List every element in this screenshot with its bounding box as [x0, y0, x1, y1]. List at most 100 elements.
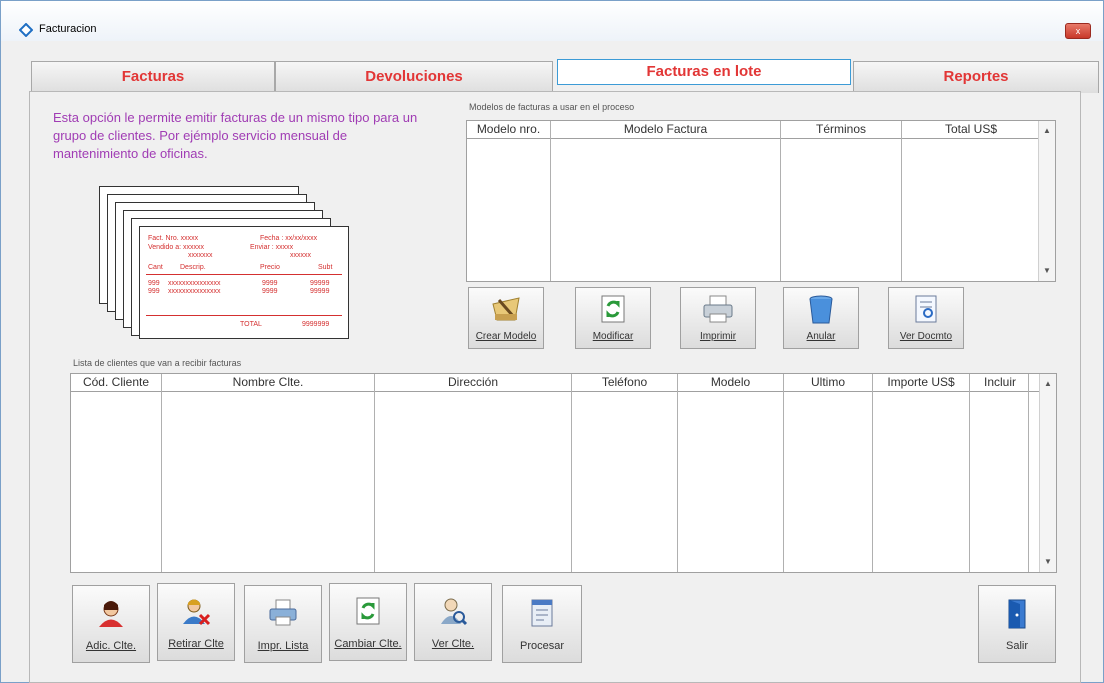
column-divider — [783, 374, 784, 572]
invoice-row-precio: 9999 — [262, 288, 278, 295]
print-icon — [703, 295, 733, 323]
tab-facturas[interactable]: Facturas — [31, 61, 275, 93]
scroll-up-icon[interactable]: ▲ — [1039, 123, 1055, 139]
column-divider — [161, 374, 162, 572]
invoice-number: Fact. Nro. xxxxx — [148, 235, 199, 242]
cancel-model-button[interactable]: Anular — [783, 287, 859, 349]
remove-client-button[interactable]: Retirar Clte — [157, 583, 235, 661]
column-divider — [677, 374, 678, 572]
column-header[interactable]: Modelo nro. — [467, 121, 550, 139]
add-client-icon — [99, 601, 123, 627]
close-button[interactable]: x — [1065, 23, 1091, 39]
column-header[interactable]: Incluir — [970, 374, 1030, 392]
invoice-sold-to: Vendido a: xxxxxx — [148, 244, 205, 251]
column-header[interactable]: Importe US$ — [873, 374, 969, 392]
create-model-icon — [492, 297, 520, 321]
facturacion-window: Facturacion x Facturas Devoluciones Fact… — [0, 0, 1104, 683]
clients-scrollbar[interactable]: ▲ ▼ — [1039, 374, 1056, 572]
models-grid-header: Modelo nro. Modelo Factura Términos Tota… — [467, 121, 1040, 139]
column-header[interactable]: Dirección — [375, 374, 571, 392]
clients-grid-header: Cód. Cliente Nombre Clte. Dirección Telé… — [71, 374, 1041, 392]
clients-grid[interactable]: Cód. Cliente Nombre Clte. Dirección Telé… — [70, 373, 1057, 573]
tab-facturas-en-lote[interactable]: Facturas en lote — [557, 59, 851, 85]
column-divider — [374, 374, 375, 572]
column-divider — [872, 374, 873, 572]
app-icon — [19, 23, 33, 37]
scroll-down-icon[interactable]: ▼ — [1039, 263, 1055, 279]
invoice-sold-to-2: xxxxxxx — [188, 252, 213, 259]
process-button[interactable]: Procesar — [502, 585, 582, 663]
invoice-row-desc: xxxxxxxxxxxxxxx — [168, 280, 221, 287]
invoice-ship-to-2: xxxxxx — [290, 252, 311, 259]
modify-model-button[interactable]: Modificar — [575, 287, 651, 349]
button-label: Procesar — [519, 640, 565, 652]
tab-label: Facturas en lote — [646, 63, 762, 80]
button-label: Cambiar Clte. — [334, 638, 402, 650]
invoice-total-value: 9999999 — [302, 321, 330, 328]
button-label: Salir — [1005, 640, 1028, 652]
invoice-date: Fecha : xx/xx/xxxx — [260, 235, 318, 242]
refresh-icon — [356, 597, 380, 625]
scroll-up-icon[interactable]: ▲ — [1040, 376, 1056, 392]
print-model-button[interactable]: Imprimir — [680, 287, 756, 349]
column-header[interactable]: Teléfono — [572, 374, 677, 392]
view-client-button[interactable]: Ver Clte. — [414, 583, 492, 661]
column-header[interactable]: Ultimo — [784, 374, 872, 392]
column-divider — [1028, 374, 1029, 572]
models-grid[interactable]: Modelo nro. Modelo Factura Términos Tota… — [466, 120, 1056, 282]
invoice-row-desc: xxxxxxxxxxxxxxx — [168, 288, 221, 295]
process-icon — [531, 599, 553, 627]
button-label: Impr. Lista — [257, 640, 309, 652]
invoice-rule — [146, 274, 342, 275]
create-model-button[interactable]: Crear Modelo — [468, 287, 544, 349]
column-divider — [550, 121, 551, 281]
invoice-ship-to: Enviar : xxxxx — [250, 244, 294, 251]
tab-devoluciones[interactable]: Devoluciones — [275, 61, 553, 93]
invoice-col-cant: Cant — [148, 264, 163, 271]
invoice-col-descrip: Descrip. — [180, 264, 206, 271]
invoice-row-cant: 999 — [148, 288, 160, 295]
change-client-button[interactable]: Cambiar Clte. — [329, 583, 407, 661]
invoice-row-precio: 9999 — [262, 280, 278, 287]
column-header[interactable]: Cód. Cliente — [71, 374, 161, 392]
exit-button[interactable]: Salir — [978, 585, 1056, 663]
intro-text: Esta opción le permite emitir facturas d… — [53, 110, 418, 161]
column-header[interactable]: Nombre Clte. — [162, 374, 374, 392]
column-header[interactable]: Total US$ — [902, 121, 1040, 139]
column-divider — [969, 374, 970, 572]
close-icon: x — [1075, 26, 1081, 36]
button-label: Retirar Clte — [168, 638, 224, 650]
button-label: Imprimir — [699, 331, 737, 342]
tab-label: Facturas — [121, 68, 185, 85]
tab-reportes[interactable]: Reportes — [853, 61, 1099, 93]
button-label: Crear Modelo — [475, 331, 537, 342]
column-header[interactable]: Modelo Factura — [551, 121, 780, 139]
column-header[interactable]: Términos — [781, 121, 901, 139]
models-group-label: Modelos de facturas a usar en el proceso — [469, 102, 635, 112]
refresh-icon — [601, 295, 625, 323]
clients-group-label: Lista de clientes que van a recibir fact… — [73, 358, 242, 368]
button-label: Modificar — [592, 331, 634, 342]
scroll-down-icon[interactable]: ▼ — [1040, 554, 1056, 570]
view-document-button[interactable]: Ver Docmto — [888, 287, 964, 349]
invoice-row-subt: 99999 — [310, 288, 330, 295]
invoice-row-subt: 99999 — [310, 280, 330, 287]
button-label: Adic. Clte. — [85, 640, 137, 652]
exit-door-icon — [1008, 599, 1026, 629]
column-divider — [780, 121, 781, 281]
add-client-button[interactable]: Adic. Clte. — [72, 585, 150, 663]
tab-label: Devoluciones — [365, 68, 463, 85]
column-divider — [901, 121, 902, 281]
invoice-sheet-front: Fact. Nro. xxxxx Fecha : xx/xx/xxxx Vend… — [139, 226, 349, 339]
tab-label: Reportes — [943, 68, 1009, 85]
invoice-row-cant: 999 — [148, 280, 160, 287]
column-header[interactable]: Modelo — [678, 374, 783, 392]
invoice-total-label: TOTAL — [240, 321, 262, 328]
title-bar: Facturacion x — [1, 1, 1103, 41]
view-document-icon — [915, 295, 937, 323]
print-list-button[interactable]: Impr. Lista — [244, 585, 322, 663]
button-label: Ver Docmto — [899, 331, 953, 342]
print-icon — [269, 599, 297, 626]
invoice-rule — [146, 315, 342, 316]
models-scrollbar[interactable]: ▲ ▼ — [1038, 121, 1055, 281]
